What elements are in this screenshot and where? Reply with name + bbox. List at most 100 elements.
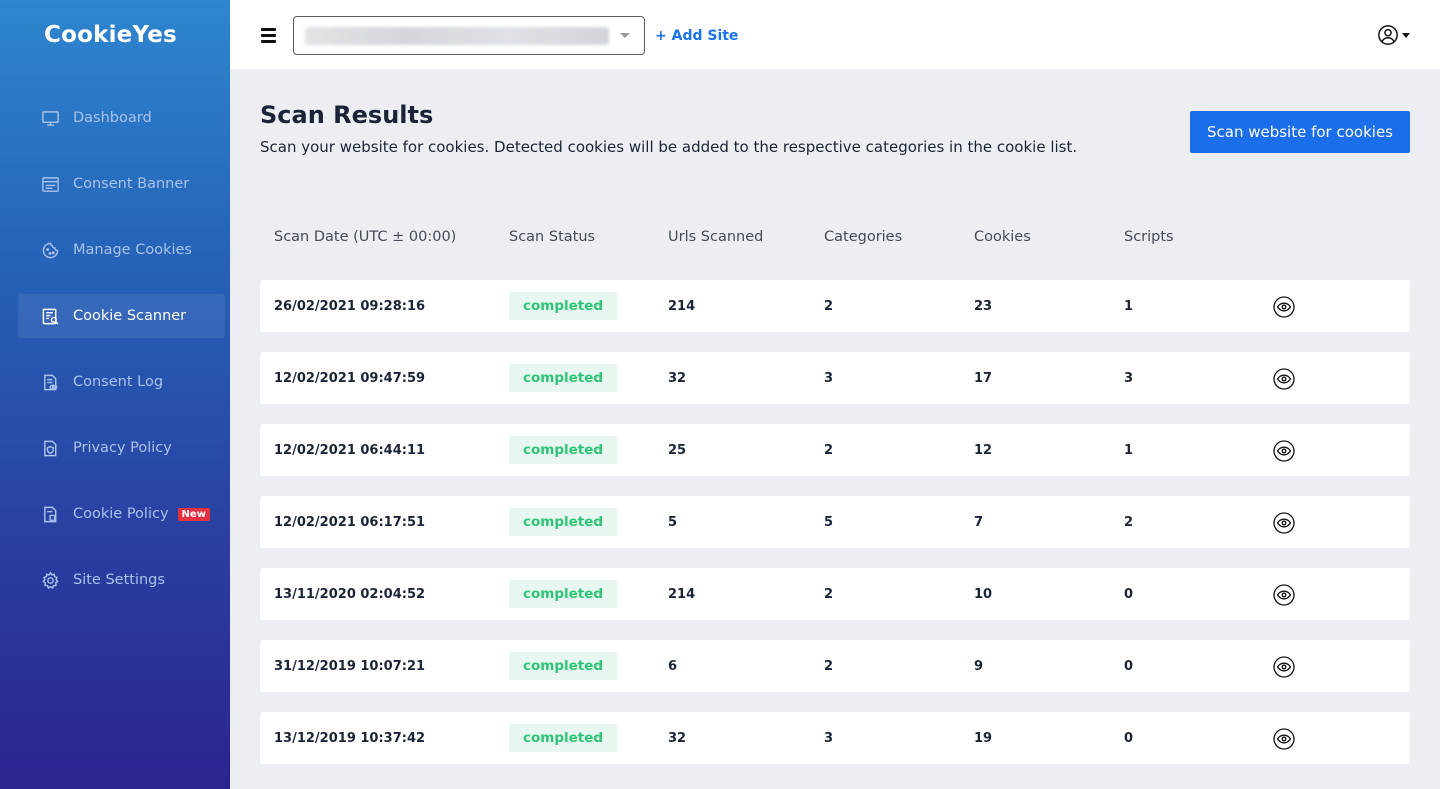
scan-date: 12/02/2021 06:17:51 bbox=[274, 515, 426, 530]
document-shield-icon bbox=[40, 438, 60, 458]
view-eye-icon[interactable] bbox=[1273, 440, 1295, 462]
browser-window-icon bbox=[40, 174, 60, 194]
scan-date: 26/02/2021 09:28:16 bbox=[274, 299, 426, 314]
cookies-count: 7 bbox=[974, 515, 984, 530]
categories-count: 2 bbox=[824, 587, 834, 602]
table-row: 31/12/2019 10:07:21 completed 6 2 9 0 bbox=[260, 640, 1410, 692]
new-badge: New bbox=[177, 507, 210, 521]
categories-count: 2 bbox=[824, 659, 834, 674]
status-badge: completed bbox=[509, 436, 618, 464]
cookies-count: 12 bbox=[974, 443, 993, 458]
user-menu[interactable] bbox=[1377, 24, 1410, 46]
scripts-count: 2 bbox=[1124, 515, 1134, 530]
cookies-count: 17 bbox=[974, 371, 993, 386]
sidebar-item-manage-cookies[interactable]: Manage Cookies bbox=[18, 228, 225, 272]
categories-count: 5 bbox=[824, 515, 834, 530]
status-badge: completed bbox=[509, 580, 618, 608]
categories-count: 3 bbox=[824, 371, 834, 386]
sidebar-item-label: Site Settings bbox=[73, 572, 165, 588]
scripts-count: 1 bbox=[1124, 443, 1134, 458]
document-eye-icon bbox=[40, 372, 60, 392]
status-badge: completed bbox=[509, 724, 618, 752]
user-avatar-icon bbox=[1378, 25, 1398, 45]
table-row: 12/02/2021 09:47:59 completed 32 3 17 3 bbox=[260, 352, 1410, 404]
sidebar-item-label: Manage Cookies bbox=[73, 242, 192, 258]
sidebar-item-label: Cookie Policy bbox=[73, 506, 169, 522]
document-cookie-icon bbox=[40, 504, 60, 524]
scripts-count: 0 bbox=[1124, 659, 1134, 674]
header-scripts: Scripts bbox=[1124, 229, 1174, 245]
page-description: Scan your website for cookies. Detected … bbox=[260, 138, 1078, 156]
sidebar-item-site-settings[interactable]: Site Settings bbox=[18, 558, 225, 602]
site-select-dropdown[interactable] bbox=[293, 16, 645, 55]
cookies-count: 19 bbox=[974, 731, 993, 746]
urls-scanned: 5 bbox=[668, 515, 678, 530]
sidebar-item-dashboard[interactable]: Dashboard bbox=[18, 96, 225, 140]
view-eye-icon[interactable] bbox=[1273, 296, 1295, 318]
table-row: 13/11/2020 02:04:52 completed 214 2 10 0 bbox=[260, 568, 1410, 620]
sidebar-item-label: Consent Log bbox=[73, 374, 164, 390]
header-cookies: Cookies bbox=[974, 229, 1031, 245]
table-row: 12/02/2021 06:44:11 completed 25 2 12 1 bbox=[260, 424, 1410, 476]
urls-scanned: 32 bbox=[668, 371, 687, 386]
view-eye-icon[interactable] bbox=[1273, 368, 1295, 390]
cookies-count: 23 bbox=[974, 299, 993, 314]
table-row: 13/12/2019 10:37:42 completed 32 3 19 0 bbox=[260, 712, 1410, 764]
sidebar-item-privacy-policy[interactable]: Privacy Policy bbox=[18, 426, 225, 470]
hamburger-menu-icon[interactable] bbox=[261, 28, 276, 43]
sidebar-item-cookie-policy[interactable]: Cookie Policy New bbox=[18, 492, 225, 536]
monitor-icon bbox=[40, 108, 60, 128]
header-urls-scanned: Urls Scanned bbox=[668, 229, 764, 245]
scan-date: 12/02/2021 06:44:11 bbox=[274, 443, 426, 458]
table-header: Scan Date (UTC ± 00:00) Scan Status Urls… bbox=[260, 229, 1410, 249]
urls-scanned: 25 bbox=[668, 443, 687, 458]
scan-date: 31/12/2019 10:07:21 bbox=[274, 659, 426, 674]
cookieyes-logo[interactable]: CookieYes bbox=[44, 22, 177, 48]
page-title: Scan Results bbox=[260, 101, 434, 129]
view-eye-icon[interactable] bbox=[1273, 512, 1295, 534]
sidebar-item-label: Cookie Scanner bbox=[73, 308, 187, 324]
categories-count: 2 bbox=[824, 299, 834, 314]
status-badge: completed bbox=[509, 508, 618, 536]
urls-scanned: 214 bbox=[668, 299, 696, 314]
view-eye-icon[interactable] bbox=[1273, 656, 1295, 678]
site-name-redacted bbox=[305, 27, 609, 45]
cookie-icon bbox=[40, 240, 60, 260]
add-site-link[interactable]: + Add Site bbox=[655, 28, 738, 44]
sidebar-item-label: Privacy Policy bbox=[73, 440, 172, 456]
scan-website-button[interactable]: Scan website for cookies bbox=[1190, 111, 1410, 153]
view-eye-icon[interactable] bbox=[1273, 584, 1295, 606]
chevron-down-icon bbox=[620, 33, 630, 38]
top-bar: + Add Site bbox=[230, 0, 1440, 69]
sidebar-item-consent-log[interactable]: Consent Log bbox=[18, 360, 225, 404]
urls-scanned: 214 bbox=[668, 587, 696, 602]
table-row: 26/02/2021 09:28:16 completed 214 2 23 1 bbox=[260, 280, 1410, 332]
view-eye-icon[interactable] bbox=[1273, 728, 1295, 750]
scripts-count: 0 bbox=[1124, 587, 1134, 602]
sidebar-item-cookie-scanner[interactable]: Cookie Scanner bbox=[18, 294, 225, 338]
sidebar-nav: Dashboard Consent Banner Manage Cookies … bbox=[18, 96, 225, 624]
sidebar: CookieYes Dashboard Consent Banner Manag… bbox=[0, 0, 230, 789]
categories-count: 2 bbox=[824, 443, 834, 458]
status-badge: completed bbox=[509, 364, 618, 392]
scanner-list-icon bbox=[40, 306, 60, 326]
header-categories: Categories bbox=[824, 229, 903, 245]
scan-date: 13/12/2019 10:37:42 bbox=[274, 731, 426, 746]
scan-results-table: 26/02/2021 09:28:16 completed 214 2 23 1… bbox=[260, 280, 1410, 784]
caret-down-icon bbox=[1402, 32, 1410, 38]
cookies-count: 10 bbox=[974, 587, 993, 602]
scripts-count: 0 bbox=[1124, 731, 1134, 746]
status-badge: completed bbox=[509, 292, 618, 320]
urls-scanned: 6 bbox=[668, 659, 678, 674]
scripts-count: 3 bbox=[1124, 371, 1134, 386]
table-row: 12/02/2021 06:17:51 completed 5 5 7 2 bbox=[260, 496, 1410, 548]
sidebar-item-label: Dashboard bbox=[73, 110, 152, 126]
sidebar-item-label: Consent Banner bbox=[73, 176, 190, 192]
sidebar-item-consent-banner[interactable]: Consent Banner bbox=[18, 162, 225, 206]
categories-count: 3 bbox=[824, 731, 834, 746]
cookies-count: 9 bbox=[974, 659, 984, 674]
gear-icon bbox=[40, 570, 60, 590]
scan-date: 13/11/2020 02:04:52 bbox=[274, 587, 426, 602]
header-scan-date: Scan Date (UTC ± 00:00) bbox=[274, 229, 457, 245]
header-scan-status: Scan Status bbox=[509, 229, 596, 245]
